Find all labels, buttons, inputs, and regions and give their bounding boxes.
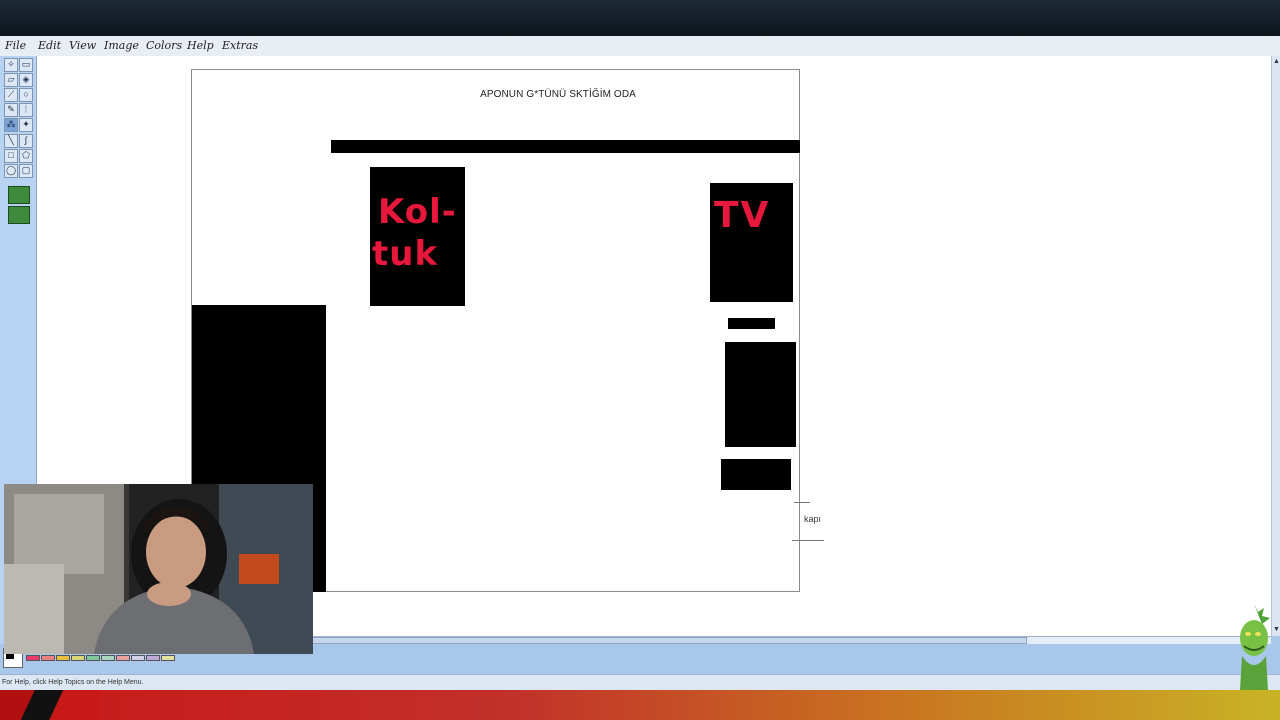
menu-image[interactable]: Image xyxy=(104,39,139,52)
menu-edit[interactable]: Edit xyxy=(38,39,61,52)
palette-swatch[interactable] xyxy=(86,655,100,661)
text-tool[interactable]: ✦ xyxy=(19,118,33,132)
magnifier-tool[interactable]: ○ xyxy=(19,88,33,102)
palette-swatch[interactable] xyxy=(116,655,130,661)
rect-select-tool[interactable]: ▭ xyxy=(19,58,33,72)
palette-swatch[interactable] xyxy=(26,655,40,661)
koltuk-label-1: Kol- xyxy=(378,192,457,232)
ellipse-icon: ◯ xyxy=(5,165,17,175)
airbrush-tool[interactable]: ⁂ xyxy=(4,118,18,132)
table-block xyxy=(721,459,791,490)
curve-tool[interactable]: ∫ xyxy=(19,134,33,148)
bottom-band-accent xyxy=(0,690,100,720)
status-bar: For Help, click Help Topics on the Help … xyxy=(0,674,1280,691)
pencil-tool[interactable]: ✎ xyxy=(4,103,18,117)
door-label: kapı xyxy=(804,514,822,524)
palette-swatch[interactable] xyxy=(101,655,115,661)
picker-icon: ⟋ xyxy=(7,89,15,99)
koltuk-label-2: tuk xyxy=(372,234,439,274)
menu-view[interactable]: View xyxy=(69,39,96,52)
rounded-rect-icon: ▢ xyxy=(21,165,31,175)
palette-swatch[interactable] xyxy=(71,655,85,661)
menu-extras[interactable]: Extras xyxy=(222,39,258,52)
desktop-top-band xyxy=(0,0,1280,36)
rectangle-tool[interactable]: □ xyxy=(4,149,18,163)
brush-tool[interactable]: ᛁ xyxy=(19,103,33,117)
select-icon: ✧ xyxy=(7,59,15,69)
palette-swatch[interactable] xyxy=(56,655,70,661)
curve-icon: ∫ xyxy=(24,135,28,145)
fill-tool[interactable]: ◈ xyxy=(19,73,33,87)
drawing-title: APONUN G*TÜNÜ SKTİĞİM ODA xyxy=(480,89,636,100)
rounded-rect-tool[interactable]: ▢ xyxy=(19,164,33,178)
rect-select-icon: ▭ xyxy=(21,59,31,69)
pencil-icon: ✎ xyxy=(7,104,15,114)
cabinet-block xyxy=(725,342,796,447)
magnifier-icon: ○ xyxy=(23,89,29,99)
eraser-icon: ▱ xyxy=(7,74,15,84)
picker-tool[interactable]: ⟋ xyxy=(4,88,18,102)
select-tool[interactable]: ✧ xyxy=(4,58,18,72)
airbrush-icon: ⁂ xyxy=(6,119,16,129)
palette-swatch[interactable] xyxy=(146,655,160,661)
scroll-up-icon[interactable]: ▲ xyxy=(1273,58,1280,65)
line-tool[interactable]: ╲ xyxy=(4,134,18,148)
streamer-video xyxy=(4,484,313,654)
eraser-tool[interactable]: ▱ xyxy=(4,73,18,87)
scroll-down-icon[interactable]: ▼ xyxy=(1273,626,1280,633)
palette-swatch[interactable] xyxy=(131,655,145,661)
line-icon: ╲ xyxy=(8,135,14,145)
door-line-bottom xyxy=(792,540,824,541)
palette-swatch[interactable] xyxy=(41,655,55,661)
menu-colors[interactable]: Colors xyxy=(146,39,182,52)
fill-icon: ◈ xyxy=(22,74,30,84)
polygon-icon: ⬠ xyxy=(22,150,30,160)
menu-bar: File Edit View Image Colors Help Extras xyxy=(0,36,1280,57)
door-line-top xyxy=(794,502,810,503)
horizontal-scroll-thumb[interactable] xyxy=(307,637,1027,644)
tv-label: TV xyxy=(714,195,771,236)
menu-file[interactable]: File xyxy=(5,39,26,52)
extra-tool-2[interactable] xyxy=(8,206,30,224)
menu-help[interactable]: Help xyxy=(187,39,214,52)
webcam-overlay xyxy=(4,484,313,654)
grinch-overlay xyxy=(1240,604,1270,690)
vertical-scrollbar[interactable]: ▲ ▼ xyxy=(1271,56,1280,636)
brush-icon: ᛁ xyxy=(23,104,29,114)
rectangle-icon: □ xyxy=(8,150,14,160)
ellipse-tool[interactable]: ◯ xyxy=(4,164,18,178)
small-bar xyxy=(728,318,775,329)
extra-tool-1[interactable] xyxy=(8,186,30,204)
text-icon: ✦ xyxy=(22,119,30,129)
palette-swatch[interactable] xyxy=(161,655,175,661)
status-help-text: For Help, click Help Topics on the Help … xyxy=(2,679,144,686)
wall-top xyxy=(331,140,800,153)
desktop-bottom-band xyxy=(0,690,1280,720)
polygon-tool[interactable]: ⬠ xyxy=(19,149,33,163)
